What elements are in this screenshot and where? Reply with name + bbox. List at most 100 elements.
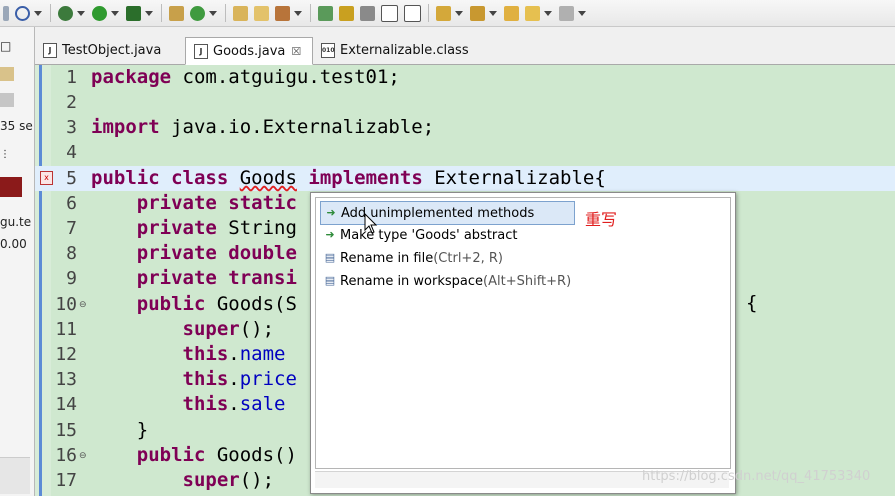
skip-breakpoints-icon[interactable]: [15, 5, 30, 21]
code-text: import java.io.Externalizable;: [91, 116, 435, 138]
code-text: super();: [182, 318, 275, 340]
paragraph-icon[interactable]: [404, 4, 421, 22]
next-annotation-icon[interactable]: [436, 5, 451, 21]
back-icon[interactable]: [525, 5, 540, 21]
line-number: 16: [55, 445, 77, 466]
run-dropdown-icon[interactable]: [111, 10, 119, 16]
search-dropdown-icon[interactable]: [294, 10, 302, 16]
class-file-icon: 010: [321, 42, 335, 58]
highlight-icon[interactable]: [339, 5, 354, 21]
debug-dropdown-icon[interactable]: [77, 10, 85, 16]
code-text: private double: [136, 242, 297, 264]
quick-fix-list: ➜ Add unimplemented methods ➜ Make type …: [315, 197, 731, 469]
new-java-project-icon[interactable]: [169, 5, 184, 21]
code-text: private static: [136, 192, 297, 214]
code-line-4: 4: [35, 140, 895, 165]
quickfix-green-icon: ➜: [325, 228, 335, 241]
left-panel-scrollbar[interactable]: [0, 457, 30, 494]
fold-toggle-icon[interactable]: ⊖: [79, 451, 87, 461]
quickfix-shortcut: (Ctrl+2, R): [433, 250, 503, 266]
line-number: 3: [66, 117, 77, 138]
line-number: 13: [55, 369, 77, 390]
tab-label: TestObject.java: [62, 42, 162, 58]
watermark: https://blog.csdn.net/qq_41753340: [642, 469, 871, 484]
toggle-icon[interactable]: [3, 5, 9, 21]
code-text: this.price: [182, 368, 297, 390]
package-explorer-panel: □ 35 se ⋮ gu.te 0.00: [0, 27, 35, 496]
left-panel-text-2: gu.te: [0, 215, 32, 229]
line-number: 10: [55, 294, 77, 315]
code-text: private transi: [136, 267, 297, 289]
next-annotation-dropdown-icon[interactable]: [455, 10, 463, 16]
annotation-label: 重写: [585, 210, 618, 229]
code-text: package com.atguigu.test01;: [91, 66, 400, 88]
code-text: this.name: [182, 343, 286, 365]
close-icon[interactable]: ☒: [291, 45, 301, 58]
folder-icon: [0, 67, 14, 81]
tab-externalizable[interactable]: 010 Externalizable.class: [313, 37, 483, 63]
java-file-icon: J: [43, 42, 57, 58]
quickfix-rename-in-file[interactable]: ▤ Rename in file (Ctrl+2, R): [320, 247, 503, 269]
line-number: 4: [66, 142, 77, 163]
code-text: }: [136, 419, 149, 441]
code-text: this.sale: [182, 393, 286, 415]
new-dropdown-icon[interactable]: [209, 10, 217, 16]
external-tools-icon[interactable]: [126, 5, 141, 21]
code-line-1: 1 package com.atguigu.test01;: [35, 65, 895, 90]
dropdown-icon[interactable]: [34, 10, 42, 16]
rename-icon: ▤: [324, 251, 336, 264]
quickfix-rename-in-workspace[interactable]: ▤ Rename in workspace (Alt+Shift+R): [320, 270, 571, 292]
code-line-5: x 5 public class Goods implements Extern…: [35, 166, 895, 191]
toggle-block-icon[interactable]: [360, 5, 375, 21]
java-file-icon: J: [194, 43, 208, 59]
line-number: 14: [55, 394, 77, 415]
previous-annotation-dropdown-icon[interactable]: [489, 10, 497, 16]
minimize-icon[interactable]: □: [0, 39, 11, 53]
left-panel-marker: ⋮: [0, 149, 10, 160]
line-number: 12: [55, 344, 77, 365]
rename-icon: ▤: [324, 274, 336, 287]
run-icon[interactable]: [92, 5, 107, 21]
quickfix-label: Rename in workspace: [340, 273, 484, 289]
error-indicator-bar: [0, 177, 22, 197]
code-text: private String: [136, 217, 297, 239]
left-panel-text-1: 35 se: [0, 119, 33, 133]
debug-icon[interactable]: [58, 5, 73, 21]
search-icon[interactable]: [275, 5, 290, 21]
open-task-icon[interactable]: [254, 5, 269, 21]
line-number: 6: [66, 193, 77, 214]
open-type-icon[interactable]: [233, 5, 248, 21]
line-number: 8: [66, 243, 77, 264]
quick-fix-popup: ➜ Add unimplemented methods ➜ Make type …: [310, 192, 736, 494]
main-toolbar: [0, 0, 895, 27]
tab-testobject[interactable]: J TestObject.java: [35, 37, 185, 63]
mouse-cursor-icon: [364, 213, 378, 234]
previous-annotation-icon[interactable]: [470, 5, 485, 21]
quickfix-make-abstract[interactable]: ➜ Make type 'Goods' abstract: [320, 224, 517, 246]
code-text: public Goods(): [136, 444, 297, 466]
back-dropdown-icon[interactable]: [544, 10, 552, 16]
line-number: 7: [66, 218, 77, 239]
last-edit-icon[interactable]: [504, 5, 519, 21]
code-text: super();: [182, 469, 275, 491]
quickfix-shortcut: (Alt+Shift+R): [483, 273, 572, 289]
forward-icon[interactable]: [559, 5, 574, 21]
quickfix-label: Rename in file: [340, 250, 434, 266]
tab-goods[interactable]: J Goods.java ☒: [185, 37, 313, 65]
line-number: 15: [55, 420, 77, 441]
file-icon: [0, 93, 14, 107]
fold-toggle-icon[interactable]: ⊖: [79, 300, 87, 310]
line-number: 9: [66, 268, 77, 289]
show-whitespace-icon[interactable]: [381, 4, 398, 22]
code-line-2: 2: [35, 90, 895, 115]
new-class-icon[interactable]: [190, 5, 205, 21]
code-text: public Goods(S: [136, 293, 297, 315]
forward-dropdown-icon[interactable]: [578, 10, 586, 16]
line-number: 11: [55, 319, 77, 340]
external-tools-dropdown-icon[interactable]: [145, 10, 153, 16]
pin-icon[interactable]: [318, 5, 333, 21]
line-number: 5: [66, 168, 77, 189]
left-panel-text-3: 0.00: [0, 237, 27, 251]
quickfix-green-icon: ➜: [326, 206, 336, 219]
quickfix-add-unimplemented-methods[interactable]: ➜ Add unimplemented methods: [320, 201, 576, 225]
